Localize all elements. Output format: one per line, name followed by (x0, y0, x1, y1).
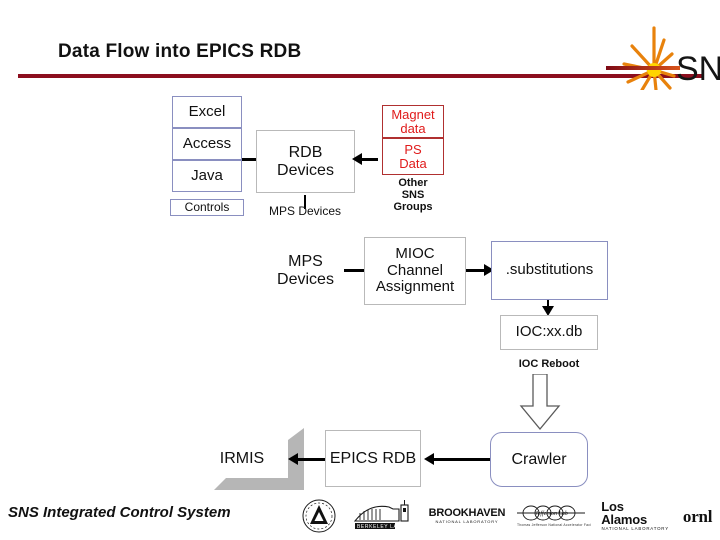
connector-crawler-to-epicsrdb (432, 458, 490, 461)
other-sns-groups-line1: Other (398, 177, 428, 189)
rdb-devices-caption: MPS Devices (268, 204, 342, 218)
los-alamos-logo: Los Alamos NATIONAL LABORATORY (601, 500, 669, 531)
source-label-access: Access (182, 134, 232, 152)
jefferson-lab-logo-text: Jefferson Lab (535, 510, 568, 517)
ioc-reboot-label: IOC Reboot (518, 358, 580, 370)
footer-logo-strip: BERKELEY LAB BROOKHAVEN NATIONAL LABORAT… (300, 496, 716, 536)
jefferson-lab-logo: Jefferson Lab Thomas Jefferson National … (515, 501, 591, 531)
magnet-data-box[interactable]: Magnet data (382, 105, 444, 138)
connector-mps-to-mioc (344, 269, 366, 272)
irmis-box[interactable]: IRMIS (196, 440, 288, 478)
los-alamos-logo-subtext: NATIONAL LABORATORY (601, 526, 669, 532)
mioc-channel-assignment-box[interactable]: MIOC Channel Assignment (364, 237, 466, 305)
ps-data-label: PS Data (399, 143, 426, 170)
irmis-label: IRMIS (219, 450, 265, 468)
jefferson-lab-logo-graphic: Jefferson Lab Thomas Jefferson National … (517, 505, 591, 527)
arrowhead-epicsrdb-to-irmis (288, 453, 298, 465)
arrowhead-crawler-to-epicsrdb (424, 453, 434, 465)
epics-rdb-box[interactable]: EPICS RDB (325, 430, 421, 487)
argonne-logo (300, 499, 339, 533)
rdb-devices-box[interactable]: RDB Devices (256, 130, 355, 193)
ornl-logo-text: ornl (682, 506, 713, 526)
berkeley-lab-logo: BERKELEY LAB (349, 499, 419, 533)
jefferson-lab-logo-subtext: Thomas Jefferson National Accelerator Fa… (517, 523, 591, 527)
ornl-logo: ornl (679, 508, 716, 525)
mps-devices-label: MPS Devices (277, 253, 334, 288)
other-sns-groups-label: Other SNS Groups (380, 177, 446, 213)
magnet-data-line2: data (400, 120, 426, 136)
epics-rdb-label: EPICS RDB (329, 449, 417, 467)
source-box-excel[interactable]: Excel (172, 96, 242, 128)
berkeley-lab-logo-text: BERKELEY LAB (357, 524, 401, 530)
berkeley-lab-logo-graphic: BERKELEY LAB (353, 500, 409, 530)
brookhaven-logo: BROOKHAVEN NATIONAL LABORATORY (429, 508, 506, 524)
connector-mioc-to-substitutions (466, 269, 486, 272)
sns-logo-beam (606, 66, 680, 70)
substitutions-label: .substitutions (505, 261, 594, 279)
controls-box[interactable]: Controls (170, 199, 244, 216)
source-box-access[interactable]: Access (172, 128, 242, 160)
title-divider (18, 74, 702, 78)
arrowhead-magnet-to-rdb (352, 153, 362, 165)
ioc-reboot-block-arrow (517, 373, 563, 431)
brookhaven-logo-text: BROOKHAVEN (428, 507, 506, 519)
other-sns-groups-line3: Groups (393, 201, 433, 214)
ps-data-box[interactable]: PS Data (382, 138, 444, 175)
crawler-box[interactable]: Crawler (490, 432, 588, 487)
other-sns-groups-line2: SNS (401, 189, 425, 202)
connector-epicsrdb-to-irmis (296, 458, 328, 461)
page-title: Data Flow into EPICS RDB (58, 41, 302, 62)
ioc-db-box[interactable]: IOC:xx.db (500, 315, 598, 350)
source-label-excel: Excel (188, 102, 226, 120)
los-alamos-logo-text: Los Alamos (601, 499, 647, 528)
rdb-devices-label: RDB Devices (277, 143, 334, 179)
substitutions-box[interactable]: .substitutions (491, 241, 608, 300)
controls-label: Controls (184, 199, 230, 214)
sns-logo-graphic: SNS (622, 26, 720, 92)
source-box-java[interactable]: Java (172, 160, 242, 192)
footer-title: SNS Integrated Control System (8, 504, 231, 521)
ps-data-line2: Data (399, 155, 427, 171)
slide-canvas: Data Flow into EPICS RDB SNS Excel (0, 0, 720, 540)
crawler-label: Crawler (511, 450, 567, 468)
sns-logo: SNS (606, 24, 720, 92)
magnet-data-label: Magnet data (391, 108, 434, 135)
source-label-java: Java (191, 166, 223, 184)
ioc-db-label: IOC:xx.db (515, 323, 583, 341)
brookhaven-logo-subtext: NATIONAL LABORATORY (435, 519, 499, 524)
mioc-label: MIOC Channel Assignment (375, 244, 455, 296)
argonne-logo-graphic (302, 499, 336, 533)
sns-logo-text: SNS (676, 50, 720, 88)
mps-devices-box[interactable]: MPS Devices (256, 237, 355, 305)
